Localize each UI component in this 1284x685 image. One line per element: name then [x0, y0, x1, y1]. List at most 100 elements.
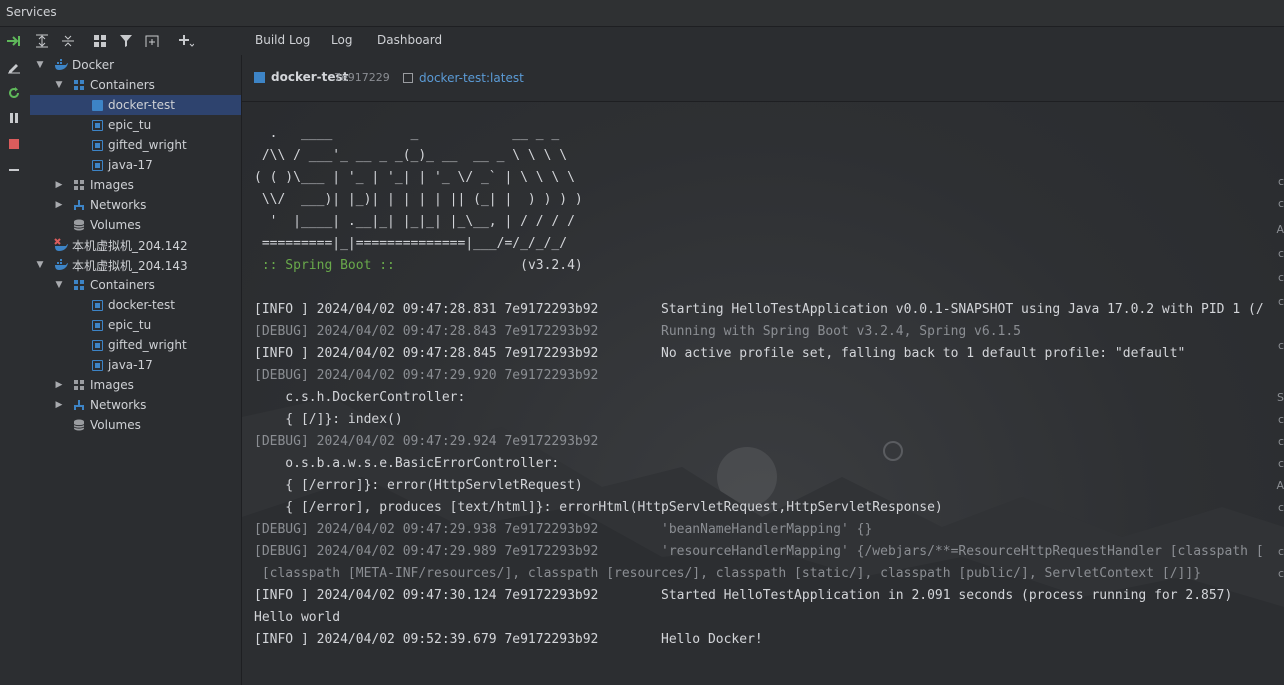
- right-edge-clipped-text: c c A c c c c S c c c A c c c: [1276, 101, 1284, 685]
- docker-icon: [54, 58, 68, 72]
- tree-item-container-gifted-wright[interactable]: gifted_wright: [30, 335, 241, 355]
- tree-item-label: 本机虚拟机_204.143: [72, 258, 188, 273]
- log-line: [INFO ] 2024/04/02 09:52:39.679 7e917229…: [254, 632, 763, 647]
- banner-line: ' |____| .__|_| |_|_| |_\__, | / / / /: [254, 214, 575, 229]
- tree-item-vm-204-143[interactable]: ▼ 本机虚拟机_204.143: [30, 255, 241, 275]
- left-toolbar: [0, 27, 31, 685]
- tree-item-container-gifted-wright[interactable]: gifted_wright: [30, 135, 241, 155]
- volume-icon: [72, 218, 86, 232]
- add-service-icon[interactable]: [176, 31, 196, 51]
- clipped-char: c: [1277, 339, 1284, 352]
- expand-all-icon[interactable]: [32, 31, 52, 51]
- container-stopped-icon: [90, 318, 104, 332]
- tree-item-container-epic-tu[interactable]: epic_tu: [30, 315, 241, 335]
- container-stopped-icon: [90, 338, 104, 352]
- tree-item-containers[interactable]: ▼ Containers: [30, 75, 241, 95]
- log-line-debug: [DEBUG] 2024/04/02 09:47:29.920 7e917229…: [254, 368, 599, 383]
- container-stopped-icon: [90, 138, 104, 152]
- collapse-all-icon[interactable]: [58, 31, 78, 51]
- chevron-down-icon[interactable]: ▼: [34, 60, 46, 70]
- tree-item-images[interactable]: ▶ Images: [30, 175, 241, 195]
- tree-item-docker[interactable]: ▼ Docker: [30, 55, 241, 75]
- log-line-debug: [DEBUG] 2024/04/02 09:47:29.924 7e917229…: [254, 434, 599, 449]
- tree-item-container-java-17[interactable]: java-17: [30, 355, 241, 375]
- chevron-down-icon[interactable]: ▼: [53, 280, 65, 290]
- banner-line: /\\ / ___'_ __ _ _(_)_ __ __ _ \ \ \ \: [254, 148, 568, 163]
- tree-item-container-docker-test[interactable]: docker-test: [30, 95, 241, 115]
- stop-icon[interactable]: [5, 135, 23, 153]
- tree-item-container-java-17[interactable]: java-17: [30, 155, 241, 175]
- container-running-icon: [90, 98, 104, 112]
- filter-icon[interactable]: [116, 31, 136, 51]
- container-stopped-icon: [90, 298, 104, 312]
- new-tab-icon[interactable]: [142, 31, 162, 51]
- log-line-debug: [DEBUG] 2024/04/02 09:47:28.843 7e917229…: [254, 324, 1022, 339]
- tree-item-label: Images: [90, 378, 134, 392]
- tab-build-log[interactable]: Build Log: [255, 33, 310, 47]
- image-link[interactable]: docker-test:latest: [419, 71, 524, 85]
- chevron-down-icon[interactable]: ▼: [53, 80, 65, 90]
- restart-icon[interactable]: [5, 84, 23, 102]
- spring-boot-version-line: :: Spring Boot :: (v3.2.4): [254, 255, 1264, 277]
- log-line: { [/error]}: error(HttpServletRequest): [254, 478, 583, 493]
- tree-item-volumes[interactable]: Volumes: [30, 415, 241, 435]
- clipped-char: c: [1277, 271, 1284, 284]
- tree-item-label: java-17: [108, 358, 153, 372]
- tree-item-label: gifted_wright: [108, 338, 187, 352]
- log-output[interactable]: . ____ _ __ _ _ /\\ / ___'_ __ _ _(_)_ _…: [254, 123, 1264, 651]
- spring-boot-label: :: Spring Boot ::: [254, 258, 403, 273]
- log-line: Hello world: [254, 610, 341, 625]
- tree-item-images[interactable]: ▶ Images: [30, 375, 241, 395]
- log-line: [INFO ] 2024/04/02 09:47:28.831 7e917229…: [254, 302, 1264, 317]
- run-icon[interactable]: [5, 32, 23, 50]
- clipped-char: c: [1277, 295, 1284, 308]
- docker-icon: [54, 258, 68, 272]
- containers-icon: [72, 78, 86, 92]
- title-bar: Services: [0, 0, 1284, 27]
- tree-item-label: gifted_wright: [108, 138, 187, 152]
- tree-item-vm-204-142[interactable]: 本机虚拟机_204.142: [30, 235, 241, 255]
- chevron-right-icon[interactable]: ▶: [53, 380, 65, 390]
- context-bar: docker-test 7e917229 docker-test:latest: [242, 55, 1284, 102]
- minus-icon[interactable]: [5, 161, 23, 179]
- log-line: o.s.b.a.w.s.e.BasicErrorController:: [254, 456, 560, 471]
- log-line: [INFO ] 2024/04/02 09:47:30.124 7e917229…: [254, 588, 1233, 603]
- container-id: 7e917229: [334, 71, 390, 84]
- clipped-char: A: [1276, 479, 1284, 492]
- network-icon: [72, 198, 86, 212]
- banner-line: =========|_|==============|___/=/_/_/_/: [254, 236, 568, 251]
- log-line-debug: [DEBUG] 2024/04/02 09:47:29.989 7e917229…: [254, 544, 1264, 559]
- tree-item-container-epic-tu[interactable]: epic_tu: [30, 115, 241, 135]
- tab-log[interactable]: Log: [320, 33, 364, 57]
- tree-item-networks[interactable]: ▶ Networks: [30, 395, 241, 415]
- images-icon: [72, 378, 86, 392]
- chevron-right-icon[interactable]: ▶: [53, 400, 65, 410]
- clipped-char: S: [1277, 391, 1284, 404]
- chevron-right-icon[interactable]: ▶: [53, 200, 65, 210]
- chevron-right-icon[interactable]: ▶: [53, 180, 65, 190]
- container-stopped-icon: [90, 358, 104, 372]
- edit-icon[interactable]: [5, 58, 23, 76]
- tree-item-containers[interactable]: ▼ Containers: [30, 275, 241, 295]
- banner-line: \\/ ___)| |_)| | | | | || (_| | ) ) ) ): [254, 192, 583, 207]
- tree-item-networks[interactable]: ▶ Networks: [30, 195, 241, 215]
- spring-boot-version: (v3.2.4): [402, 258, 583, 273]
- clipped-char: A: [1276, 223, 1284, 236]
- images-icon: [72, 178, 86, 192]
- chevron-down-icon[interactable]: ▼: [34, 260, 46, 270]
- clipped-char: c: [1277, 435, 1284, 448]
- image-icon: [403, 73, 413, 83]
- clipped-char: c: [1277, 501, 1284, 514]
- log-line-debug: [classpath [META-INF/resources/], classp…: [254, 566, 1202, 581]
- tree-item-label: epic_tu: [108, 118, 152, 132]
- tree-item-volumes[interactable]: Volumes: [30, 215, 241, 235]
- tab-dashboard[interactable]: Dashboard: [377, 33, 442, 47]
- tree-item-label: docker-test: [108, 98, 176, 112]
- group-by-icon[interactable]: [90, 31, 110, 51]
- tree-item-label: Containers: [90, 278, 155, 292]
- tree-item-container-docker-test[interactable]: docker-test: [30, 295, 241, 315]
- clipped-char: c: [1277, 197, 1284, 210]
- log-line: { [/]}: index(): [254, 412, 403, 427]
- pause-icon[interactable]: [5, 109, 23, 127]
